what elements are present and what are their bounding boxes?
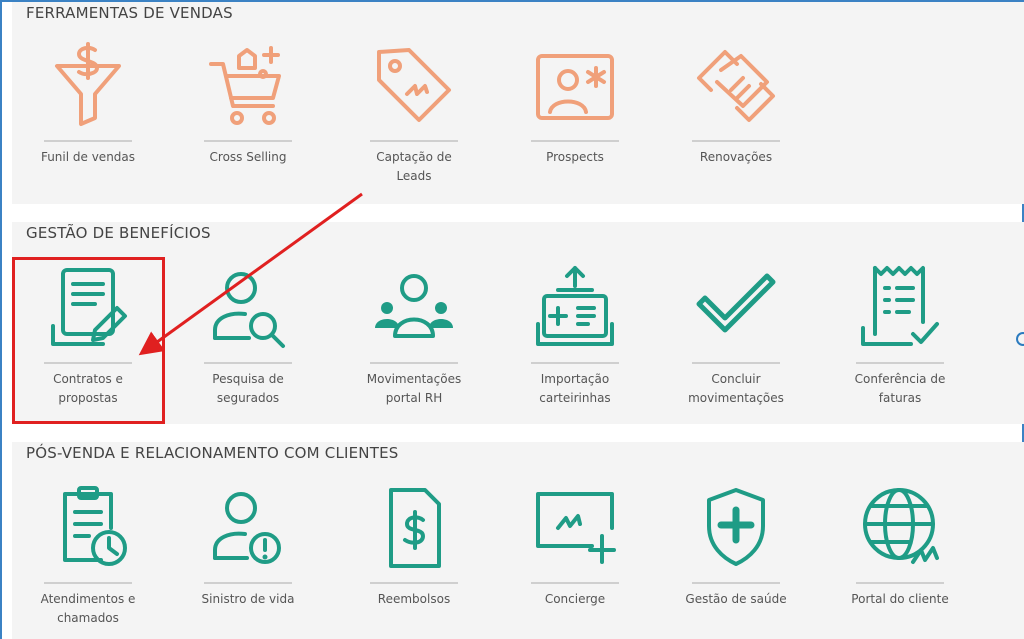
price-tag-icon xyxy=(377,48,451,122)
section-post-sale: PÓS-VENDA E RELACIONAMENTO COM CLIENTES … xyxy=(12,442,1024,639)
tile-portal-do-cliente[interactable]: Portal do cliente xyxy=(840,484,960,609)
dollar-document-icon xyxy=(389,488,441,568)
group-users-icon xyxy=(375,274,453,338)
tile-divider xyxy=(531,582,619,584)
section-sales-tools: FERRAMENTAS DE VENDAS Funil de vendas Cr… xyxy=(12,2,1024,204)
tile-atendimentos-e-chamados[interactable]: Atendimentos e chamados xyxy=(28,484,148,628)
tile-label: Concierge xyxy=(544,592,606,606)
tile-label: Gestão de saúde xyxy=(685,592,787,606)
tile-label: Concluir movimentações xyxy=(688,372,784,405)
tile-label: Captação de Leads xyxy=(376,150,452,183)
tile-gestao-de-saude[interactable]: Gestão de saúde xyxy=(676,484,796,609)
section-title: PÓS-VENDA E RELACIONAMENTO COM CLIENTES xyxy=(26,444,399,462)
shield-plus-icon xyxy=(707,488,765,566)
tile-divider xyxy=(531,140,619,142)
tile-label: Funil de vendas xyxy=(40,150,136,164)
tile-divider xyxy=(370,362,458,364)
invoice-check-icon xyxy=(861,266,939,346)
tile-importacao-carteirinhas[interactable]: Importação carteirinhas xyxy=(515,264,635,408)
globe-icon xyxy=(863,488,939,564)
tile-label: Importação carteirinhas xyxy=(539,372,611,405)
tile-label: Cross Selling xyxy=(209,150,287,164)
tile-reembolsos[interactable]: Reembolsos xyxy=(354,484,474,609)
scroll-edge-icon[interactable] xyxy=(1016,332,1024,346)
tile-divider xyxy=(370,582,458,584)
tile-divider xyxy=(204,582,292,584)
tile-label: Pesquisa de segurados xyxy=(212,372,284,405)
tile-renovacoes[interactable]: Renovações xyxy=(676,42,796,167)
tile-label: Atendimentos e chamados xyxy=(40,592,136,625)
tile-conferencia-de-faturas[interactable]: Conferência de faturas xyxy=(840,264,960,408)
tile-captacao-de-leads[interactable]: Captação de Leads xyxy=(354,42,474,186)
tile-label: Reembolsos xyxy=(377,592,451,606)
tile-divider xyxy=(856,362,944,364)
tile-label: Movimentações portal RH xyxy=(366,372,462,405)
id-card-icon xyxy=(536,54,614,120)
tile-divider xyxy=(531,362,619,364)
screen-plus-icon xyxy=(536,492,616,564)
tile-divider xyxy=(44,140,132,142)
tile-sinistro-de-vida[interactable]: Sinistro de vida xyxy=(188,484,308,609)
handshake-icon xyxy=(697,50,775,122)
tile-concluir-movimentacoes[interactable]: Concluir movimentações xyxy=(676,264,796,408)
tile-label: Conferência de faturas xyxy=(854,372,946,405)
tile-divider xyxy=(692,582,780,584)
clipboard-clock-icon xyxy=(63,486,127,566)
tile-divider xyxy=(856,582,944,584)
tile-label: Portal do cliente xyxy=(851,592,949,606)
shopping-cart-icon xyxy=(209,46,281,125)
tile-concierge[interactable]: Concierge xyxy=(515,484,635,609)
tile-label: Prospects xyxy=(546,150,604,164)
user-alert-icon xyxy=(213,492,281,564)
tile-divider xyxy=(44,582,132,584)
tile-pesquisa-de-segurados[interactable]: Pesquisa de segurados xyxy=(188,264,308,408)
tile-divider xyxy=(204,140,292,142)
user-search-icon xyxy=(213,272,285,348)
tile-label: Renovações xyxy=(699,150,773,164)
tile-prospects[interactable]: Prospects xyxy=(515,42,635,167)
funnel-dollar-icon xyxy=(55,42,121,126)
tile-label: Sinistro de vida xyxy=(201,592,295,606)
annotation-highlight-box xyxy=(12,257,165,424)
section-title: GESTÃO DE BENEFÍCIOS xyxy=(26,224,211,242)
tile-divider xyxy=(692,362,780,364)
tile-funil-de-vendas[interactable]: Funil de vendas xyxy=(28,42,148,167)
tile-divider xyxy=(370,140,458,142)
tile-divider xyxy=(692,140,780,142)
tile-movimentacoes-portal-rh[interactable]: Movimentações portal RH xyxy=(354,264,474,408)
upload-card-icon xyxy=(536,266,614,346)
tile-cross-selling[interactable]: Cross Selling xyxy=(188,42,308,167)
tile-divider xyxy=(204,362,292,364)
section-title: FERRAMENTAS DE VENDAS xyxy=(26,4,233,22)
checkmark-icon xyxy=(696,273,776,333)
